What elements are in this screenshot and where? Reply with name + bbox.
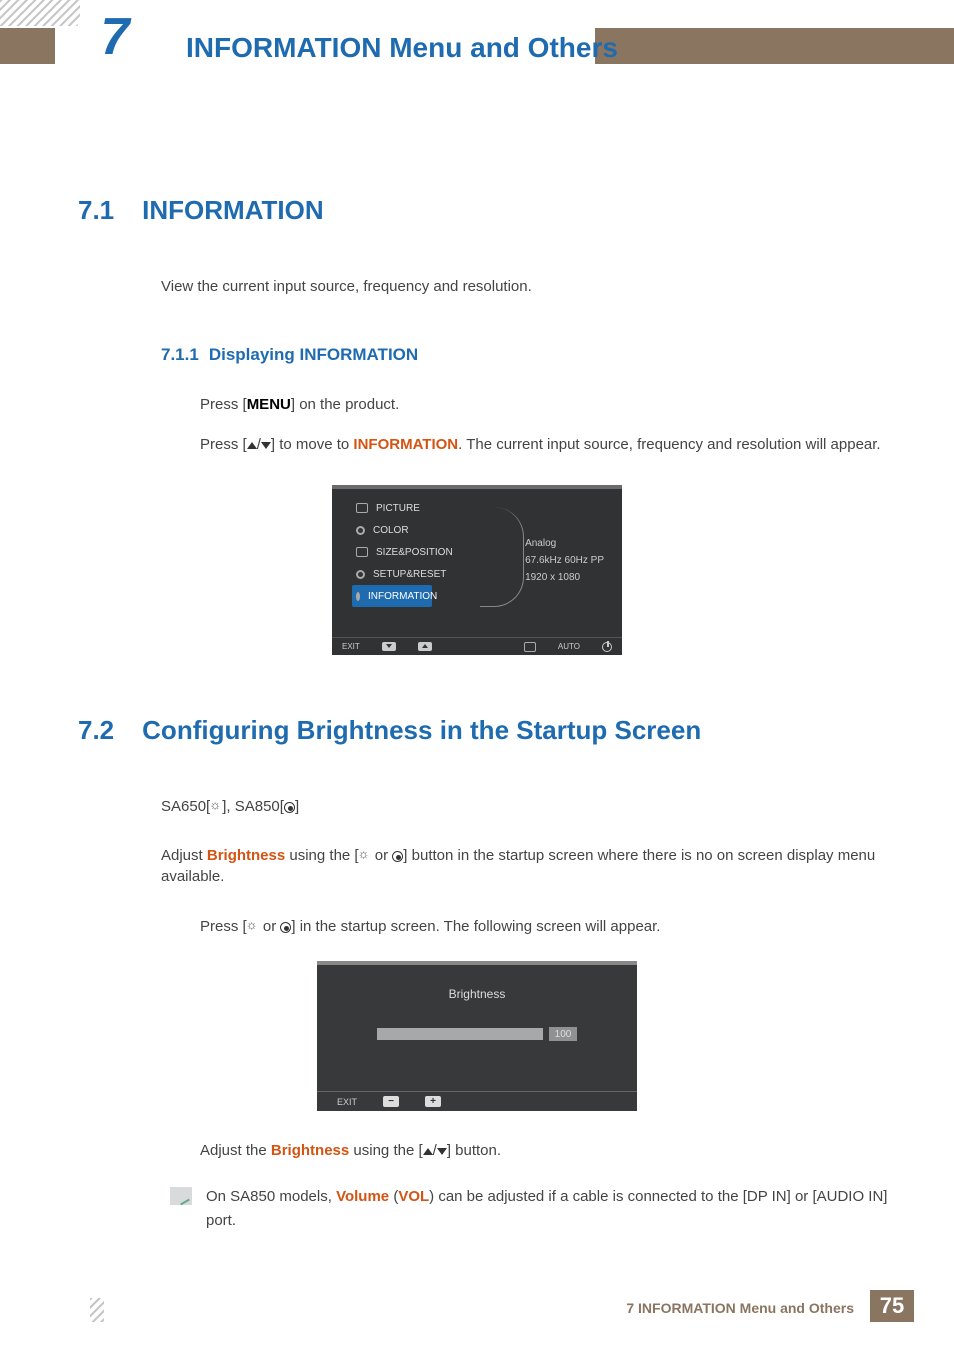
sun-icon — [359, 850, 371, 862]
auto-label: AUTO — [558, 642, 580, 651]
section-7-1-1-heading: 7.1.1 Displaying INFORMATION — [161, 345, 954, 365]
models-line: SA650[], SA850[] — [161, 796, 894, 817]
menu-key-label: MENU — [247, 396, 291, 413]
section-7-2-heading: 7.2 Configuring Brightness in the Startu… — [0, 715, 954, 746]
page-header: 7 INFORMATION Menu and Others — [0, 0, 954, 80]
subsection-title: Displaying INFORMATION — [209, 345, 418, 364]
brightness-step: Press [ or ] in the startup screen. The … — [200, 915, 894, 939]
brightness-value: 100 — [549, 1027, 577, 1041]
plus-button-icon: + — [425, 1096, 441, 1107]
chapter-number: 7 — [101, 7, 130, 67]
up-arrow-icon — [247, 442, 257, 449]
down-arrow-icon — [261, 442, 271, 449]
adjust-brightness-line: Adjust the Brightness using the [/] butt… — [200, 1139, 894, 1163]
subsection-number: 7.1.1 — [161, 345, 199, 364]
chapter-badge: 7 — [80, 2, 150, 72]
information-keyword: INFORMATION — [353, 436, 458, 453]
osd-brightness-screenshot: Brightness 100 EXIT − + — [317, 961, 637, 1111]
page-footer: 7 INFORMATION Menu and Others 75 — [0, 1290, 954, 1322]
up-button-icon — [418, 642, 432, 651]
ring-icon — [280, 922, 291, 933]
exit-label: EXIT — [342, 642, 360, 651]
footer-text: 7 INFORMATION Menu and Others — [626, 1300, 854, 1316]
minus-button-icon: − — [383, 1096, 399, 1107]
up-arrow-icon — [423, 1148, 433, 1155]
brightness-keyword: Brightness — [207, 847, 285, 864]
down-button-icon — [382, 642, 396, 651]
osd-bottom-bar: EXIT AUTO — [332, 637, 622, 655]
exit-label: EXIT — [337, 1097, 357, 1107]
sun-icon — [247, 921, 259, 933]
size-menu-icon — [356, 547, 368, 557]
power-icon — [602, 642, 612, 652]
volume-keyword: Volume — [336, 1188, 389, 1205]
page-number: 75 — [870, 1290, 914, 1322]
brightness-para: Adjust Brightness using the [ or ] butto… — [161, 845, 894, 887]
note-icon — [170, 1187, 192, 1205]
sun-icon — [210, 801, 222, 813]
source-icon — [524, 642, 536, 652]
section-7-1-heading: 7.1 INFORMATION — [0, 195, 954, 226]
osd-information-screenshot: PICTURE COLOR SIZE&POSITION SETUP&RESET … — [332, 485, 622, 655]
step-2: Press [/] to move to INFORMATION. The cu… — [200, 433, 894, 457]
osd-brightness-title: Brightness — [317, 965, 637, 1001]
section-title: INFORMATION — [142, 195, 324, 226]
info-menu-icon — [356, 592, 360, 601]
vol-abbrev: VOL — [398, 1188, 429, 1205]
section-number: 7.2 — [78, 715, 114, 746]
note-row: On SA850 models, Volume (VOL) can be adj… — [170, 1185, 894, 1233]
ring-icon — [392, 851, 403, 862]
picture-menu-icon — [356, 503, 368, 513]
chapter-title: INFORMATION Menu and Others — [186, 32, 618, 64]
brightness-slider: 100 — [377, 1027, 577, 1041]
ring-icon — [284, 802, 295, 813]
osd-info-panel: Analog 67.6kHz 60Hz PP 1920 x 1080 — [525, 535, 604, 586]
step-1: Press [MENU] on the product. — [200, 393, 894, 417]
footer-hatch — [90, 1298, 104, 1322]
section-number: 7.1 — [78, 195, 114, 226]
down-arrow-icon — [437, 1148, 447, 1155]
section-title: Configuring Brightness in the Startup Sc… — [142, 715, 701, 746]
osd-bottom-bar: EXIT − + — [317, 1091, 637, 1111]
setup-menu-icon — [356, 570, 365, 579]
section-7-1-intro: View the current input source, frequency… — [161, 276, 894, 297]
color-menu-icon — [356, 526, 365, 535]
brightness-keyword: Brightness — [271, 1142, 349, 1159]
